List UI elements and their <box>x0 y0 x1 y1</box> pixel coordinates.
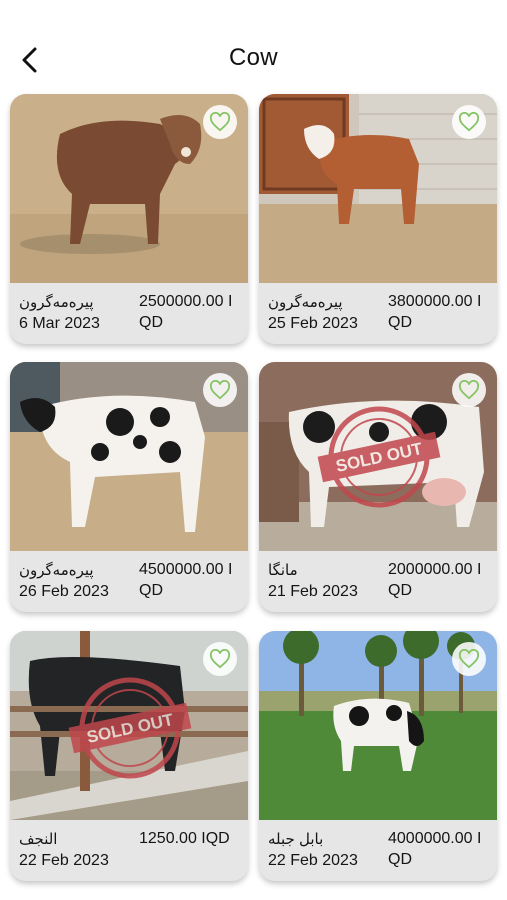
listing-price: 1250.00 IQD <box>139 830 230 847</box>
listing-date: 25 Feb 2023 <box>268 315 358 332</box>
heart-icon <box>209 112 231 132</box>
favorite-button[interactable] <box>452 373 486 407</box>
listing-photo: SOLD OUT <box>10 631 248 820</box>
page-title: Cow <box>229 44 278 71</box>
heart-icon <box>458 112 480 132</box>
listing-date: 6 Mar 2023 <box>19 315 100 332</box>
favorite-button[interactable] <box>452 105 486 139</box>
listing-location: بابل جبله <box>268 831 324 848</box>
listing-location: پیرەمەگرون <box>268 294 343 311</box>
listing-location: النجف <box>19 831 58 848</box>
listing-photo <box>10 94 248 283</box>
listing-info: پیرەمەگرون 25 Feb 2023 3800000.00 IQD <box>259 283 497 344</box>
listing-card[interactable]: SOLD OUT مانگا 21 Feb 2023 2000000.00 IQ… <box>259 362 497 612</box>
listing-photo <box>259 94 497 283</box>
listing-location: پیرەمەگرون <box>19 562 94 579</box>
listing-card[interactable]: پیرەمەگرون 26 Feb 2023 4500000.00 IQD <box>10 362 248 612</box>
listing-card[interactable]: بابل جبله 22 Feb 2023 4000000.00 IQD <box>259 631 497 881</box>
favorite-button[interactable] <box>203 373 237 407</box>
listing-info: پیرەمەگرون 26 Feb 2023 4500000.00 IQD <box>10 551 248 612</box>
listing-location: پیرەمەگرون <box>19 294 94 311</box>
listing-date: 21 Feb 2023 <box>268 583 358 600</box>
heart-icon <box>209 649 231 669</box>
listing-date: 26 Feb 2023 <box>19 583 109 600</box>
listing-info: پیرەمەگرون 6 Mar 2023 2500000.00 IQD <box>10 283 248 344</box>
listing-price: 2500000.00 IQD <box>139 293 233 331</box>
listing-price: 4500000.00 IQD <box>139 561 233 599</box>
favorite-button[interactable] <box>452 642 486 676</box>
listing-card[interactable]: پیرەمەگرون 6 Mar 2023 2500000.00 IQD <box>10 94 248 344</box>
heart-icon <box>209 380 231 400</box>
listing-price: 2000000.00 IQD <box>388 561 482 599</box>
header: Cow <box>0 0 507 100</box>
favorite-button[interactable] <box>203 642 237 676</box>
listing-photo <box>259 631 497 820</box>
listing-card[interactable]: SOLD OUT النجف 22 Feb 2023 1250.00 IQD <box>10 631 248 881</box>
heart-icon <box>458 649 480 669</box>
listing-date: 22 Feb 2023 <box>19 852 109 869</box>
favorite-button[interactable] <box>203 105 237 139</box>
listing-photo: SOLD OUT <box>259 362 497 551</box>
listing-info: النجف 22 Feb 2023 1250.00 IQD <box>10 820 248 881</box>
listing-price: 4000000.00 IQD <box>388 830 482 868</box>
listing-location: مانگا <box>268 562 298 579</box>
listing-card[interactable]: پیرەمەگرون 25 Feb 2023 3800000.00 IQD <box>259 94 497 344</box>
heart-icon <box>458 380 480 400</box>
listing-date: 22 Feb 2023 <box>268 852 358 869</box>
listing-photo <box>10 362 248 551</box>
listing-info: مانگا 21 Feb 2023 2000000.00 IQD <box>259 551 497 612</box>
listing-price: 3800000.00 IQD <box>388 293 482 331</box>
listing-info: بابل جبله 22 Feb 2023 4000000.00 IQD <box>259 820 497 881</box>
